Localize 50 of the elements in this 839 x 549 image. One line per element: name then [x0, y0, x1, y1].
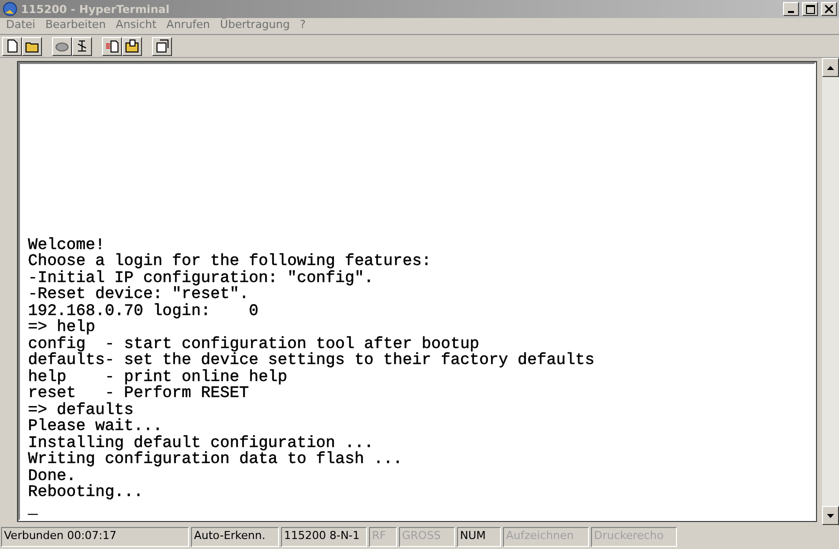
scroll-down-button[interactable]: [822, 506, 839, 525]
close-icon: [825, 5, 833, 13]
status-panel: NUM: [457, 527, 501, 547]
status-panel: Auto-Erkenn.: [191, 527, 279, 547]
status-panel: Verbunden 00:07:17: [1, 527, 189, 547]
terminal-line: Please wait...: [28, 418, 164, 434]
status-panel: 115200 8-N-1: [281, 527, 367, 547]
close-button[interactable]: [821, 2, 837, 16]
terminal-line: -Reset device: "reset".: [28, 286, 249, 302]
send-document-button[interactable]: [102, 36, 122, 56]
terminal-line: help - print online help: [28, 368, 288, 385]
menu-item[interactable]: Übertragung: [220, 18, 290, 34]
terminal-screen[interactable]: [18, 62, 816, 521]
properties-icon: [155, 39, 169, 53]
phone-button[interactable]: [52, 36, 72, 56]
new-document-button[interactable]: [2, 36, 22, 56]
send-document-icon: [105, 39, 119, 53]
receive-folder-button[interactable]: [122, 36, 142, 56]
terminal-line: => help: [28, 319, 96, 336]
terminal-line: defaults- set the device settings to their factory defaults: [28, 352, 596, 368]
menu-item[interactable]: ?: [300, 18, 306, 34]
terminal-line: _: [28, 500, 39, 517]
menu-item[interactable]: Anrufen: [166, 18, 210, 34]
terminal-line: 192.168.0.70 login: 0: [28, 302, 260, 319]
menu-item[interactable]: Ansicht: [116, 18, 156, 34]
terminal-line: Choose a login for the following features:: [28, 253, 432, 270]
terminal-line: => defaults: [28, 402, 134, 418]
up-arrow-icon: [827, 66, 834, 70]
menu-item[interactable]: Bearbeiten: [45, 18, 106, 34]
terminal-line: reset - Perform RESET: [28, 385, 250, 402]
terminal-line: Welcome!: [28, 236, 106, 253]
receive-folder-icon: [125, 39, 139, 53]
terminal-line: Rebooting...: [28, 484, 144, 500]
menu-item[interactable]: Datei: [6, 18, 36, 34]
globe-phone-icon: [2, 1, 18, 17]
terminal-line: Done.: [28, 468, 76, 484]
minimize-button[interactable]: [783, 2, 799, 16]
terminal-line: Installing default configuration ...: [28, 434, 375, 451]
open-folder-button[interactable]: [22, 36, 42, 56]
maximize-button[interactable]: [802, 2, 818, 16]
terminal-line: config - start configuration tool after bootup: [28, 336, 480, 352]
down-arrow-icon: [827, 514, 834, 518]
terminal-line: Writing configuration data to flash ...: [28, 451, 404, 468]
maximize-icon: [806, 4, 814, 14]
properties-button[interactable]: [152, 36, 172, 56]
scroll-up-button[interactable]: [822, 58, 839, 77]
new-document-icon: [5, 39, 19, 53]
window-title: 115200 - HyperTerminal: [21, 2, 170, 16]
terminal-line: -Initial IP configuration: "config".: [28, 270, 375, 286]
scrollbar[interactable]: [822, 58, 839, 525]
